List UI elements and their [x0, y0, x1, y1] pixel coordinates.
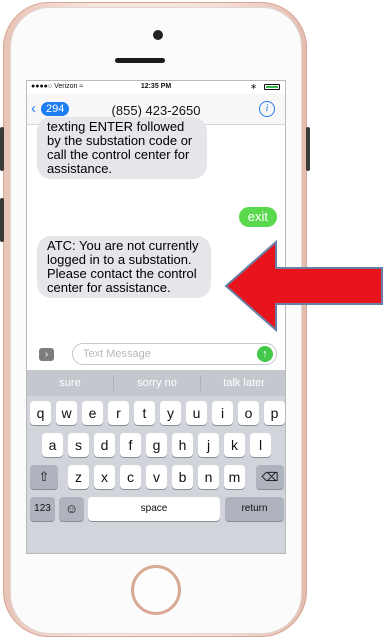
suggestion-2[interactable]: sorry no	[114, 377, 200, 389]
suggestion-1[interactable]: sure	[27, 377, 113, 389]
delete-icon[interactable]: ⌫	[256, 465, 284, 489]
return-key[interactable]: return	[225, 497, 284, 521]
key-w[interactable]: w	[56, 401, 77, 425]
bluetooth-icon: ∗	[250, 82, 257, 91]
key-f[interactable]: f	[120, 433, 141, 457]
key-t[interactable]: t	[134, 401, 155, 425]
key-q[interactable]: q	[30, 401, 51, 425]
key-n[interactable]: n	[198, 465, 219, 489]
key-r[interactable]: r	[108, 401, 129, 425]
status-time: 12:35 PM	[140, 83, 172, 90]
compose-bar: › Text Message ↑	[27, 340, 285, 370]
key-z[interactable]: z	[68, 465, 89, 489]
key-c[interactable]: c	[120, 465, 141, 489]
numbers-key[interactable]: 123	[30, 497, 55, 521]
key-d[interactable]: d	[94, 433, 115, 457]
battery-icon	[264, 84, 280, 90]
key-s[interactable]: s	[68, 433, 89, 457]
key-y[interactable]: y	[160, 401, 181, 425]
keyboard: sure sorry no talk later q w e r t y u i…	[27, 370, 285, 553]
red-arrow-annotation	[224, 239, 383, 333]
key-h[interactable]: h	[172, 433, 193, 457]
status-bar: ●●●●○ Verizon ≈ 12:35 PM ∗	[27, 81, 285, 94]
key-b[interactable]: b	[172, 465, 193, 489]
apps-chevron-icon[interactable]: ›	[39, 348, 54, 361]
space-key[interactable]: space	[88, 497, 220, 521]
key-a[interactable]: a	[42, 433, 63, 457]
power-button	[306, 127, 310, 171]
earpiece-speaker	[115, 58, 165, 63]
message-bubble-sent: exit	[238, 207, 277, 227]
key-o[interactable]: o	[238, 401, 259, 425]
key-g[interactable]: g	[146, 433, 167, 457]
message-placeholder: Text Message	[83, 348, 151, 360]
shift-icon[interactable]: ⇧	[30, 465, 58, 489]
key-u[interactable]: u	[186, 401, 207, 425]
key-v[interactable]: v	[146, 465, 167, 489]
key-m[interactable]: m	[224, 465, 245, 489]
contact-title: (855) 423-2650	[111, 103, 201, 118]
key-i[interactable]: i	[212, 401, 233, 425]
key-l[interactable]: l	[250, 433, 271, 457]
key-j[interactable]: j	[198, 433, 219, 457]
volume-down-button	[0, 198, 4, 242]
arrow-shape	[224, 239, 383, 333]
key-e[interactable]: e	[82, 401, 103, 425]
message-bubble-received: texting ENTER followed by the substation…	[37, 117, 207, 179]
front-camera	[153, 30, 163, 40]
info-icon[interactable]: i	[259, 101, 275, 117]
message-bubble-received: ATC: You are not currently logged in to …	[37, 236, 211, 298]
emoji-icon[interactable]: ☺	[59, 497, 84, 521]
volume-up-button	[0, 127, 4, 171]
suggestion-3[interactable]: talk later	[201, 377, 285, 389]
home-button[interactable]	[131, 565, 181, 615]
key-p[interactable]: p	[264, 401, 285, 425]
key-k[interactable]: k	[224, 433, 245, 457]
key-x[interactable]: x	[94, 465, 115, 489]
send-arrow-icon[interactable]: ↑	[257, 346, 273, 362]
message-input[interactable]: Text Message ↑	[72, 343, 277, 365]
suggestion-bar: sure sorry no talk later	[27, 370, 285, 396]
